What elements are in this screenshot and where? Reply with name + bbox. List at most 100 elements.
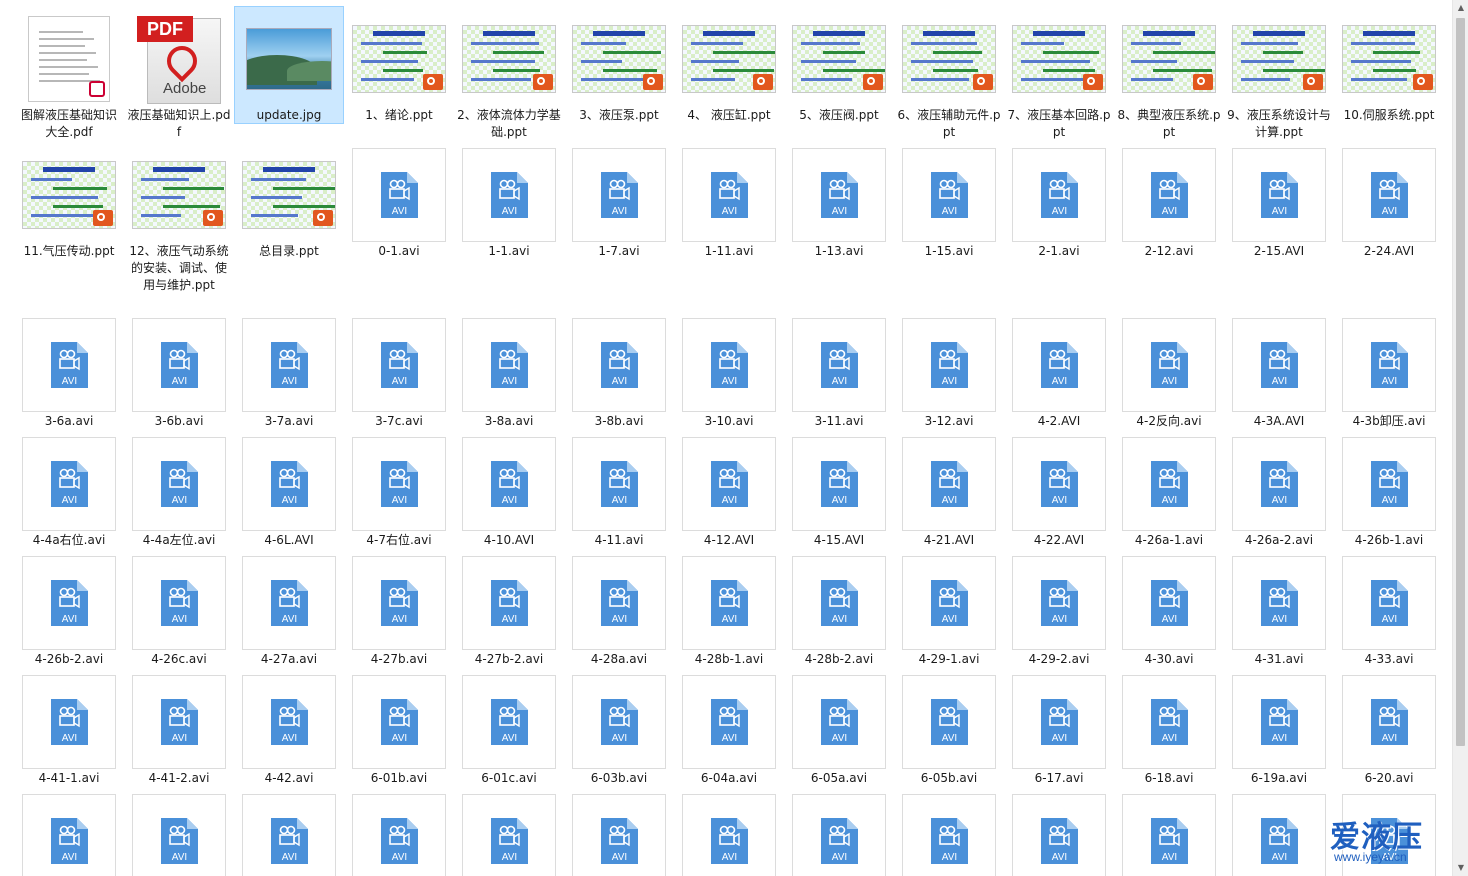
- file-item[interactable]: update.jpg: [234, 6, 344, 124]
- avi-badge-text: AVI: [1162, 733, 1177, 744]
- file-item[interactable]: AVI: [674, 788, 784, 876]
- file-item[interactable]: 11.气压传动.ppt: [14, 142, 124, 308]
- file-item[interactable]: AVI 4-3A.AVI: [1224, 312, 1334, 430]
- scroll-thumb[interactable]: [1456, 18, 1465, 746]
- file-item[interactable]: 总目录.ppt: [234, 142, 344, 308]
- file-item[interactable]: AVI 1-11.avi: [674, 142, 784, 308]
- file-item[interactable]: AVI 2-24.AVI: [1334, 142, 1444, 308]
- file-item[interactable]: AVI 3-8b.avi: [564, 312, 674, 430]
- file-item[interactable]: AVI 3-12.avi: [894, 312, 1004, 430]
- file-item[interactable]: AVI 4-2反向.avi: [1114, 312, 1224, 430]
- file-item[interactable]: 3、液压泵.ppt: [564, 6, 674, 124]
- file-item[interactable]: AVI 6-20.avi: [1334, 669, 1444, 787]
- file-item[interactable]: 4、 液压缸.ppt: [674, 6, 784, 124]
- scroll-up-arrow-icon[interactable]: ▲: [1453, 0, 1468, 16]
- file-item[interactable]: AVI 2-1.avi: [1004, 142, 1114, 308]
- file-item[interactable]: AVI 4-27b-2.avi: [454, 550, 564, 668]
- file-item[interactable]: AVI 4-26b-1.avi: [1334, 431, 1444, 549]
- file-item[interactable]: AVI 4-28a.avi: [564, 550, 674, 668]
- avi-video-file-icon: AVI: [1371, 342, 1408, 388]
- file-item[interactable]: AVI: [1114, 788, 1224, 876]
- file-item[interactable]: AVI 4-26a-1.avi: [1114, 431, 1224, 549]
- file-item[interactable]: AVI 4-3b卸压.avi: [1334, 312, 1444, 430]
- file-item[interactable]: 12、液压气动系统的安装、调试、使用与维护.ppt: [124, 142, 234, 308]
- file-item[interactable]: AVI 4-7右位.avi: [344, 431, 454, 549]
- file-item[interactable]: AVI 6-18.avi: [1114, 669, 1224, 787]
- file-icon: [19, 11, 119, 107]
- file-item[interactable]: 7、液压基本回路.ppt: [1004, 6, 1114, 139]
- file-item[interactable]: AVI 4-4a左位.avi: [124, 431, 234, 549]
- file-item[interactable]: AVI: [124, 788, 234, 876]
- file-item[interactable]: AVI 6-05b.avi: [894, 669, 1004, 787]
- file-item[interactable]: AVI 4-41-1.avi: [14, 669, 124, 787]
- file-item[interactable]: AVI 3-11.avi: [784, 312, 894, 430]
- file-item[interactable]: AVI 4-12.AVI: [674, 431, 784, 549]
- file-item[interactable]: AVI 4-27a.avi: [234, 550, 344, 668]
- file-item[interactable]: AVI 3-6b.avi: [124, 312, 234, 430]
- file-item[interactable]: AVI 3-7a.avi: [234, 312, 344, 430]
- vertical-scrollbar[interactable]: ▲ ▼: [1452, 0, 1468, 876]
- file-item[interactable]: AVI 4-21.AVI: [894, 431, 1004, 549]
- file-item[interactable]: AVI 3-6a.avi: [14, 312, 124, 430]
- file-item[interactable]: AVI 4-10.AVI: [454, 431, 564, 549]
- file-item[interactable]: AVI: [1224, 788, 1334, 876]
- file-item[interactable]: AVI 3-7c.avi: [344, 312, 454, 430]
- file-item[interactable]: AVI: [234, 788, 344, 876]
- file-item[interactable]: AVI: [1004, 788, 1114, 876]
- file-item[interactable]: 5、液压阀.ppt: [784, 6, 894, 124]
- file-item[interactable]: 8、典型液压系统.ppt: [1114, 6, 1224, 139]
- file-item[interactable]: 6、液压辅助元件.ppt: [894, 6, 1004, 139]
- file-icon: AVI: [569, 674, 669, 770]
- file-item[interactable]: AVI 4-28b-2.avi: [784, 550, 894, 668]
- file-item[interactable]: AVI 4-4a右位.avi: [14, 431, 124, 549]
- file-item[interactable]: AVI 0-1.avi: [344, 142, 454, 308]
- file-item[interactable]: AVI 4-26c.avi: [124, 550, 234, 668]
- file-item[interactable]: AVI 4-15.AVI: [784, 431, 894, 549]
- file-item[interactable]: PDF Adobe 液压基础知识上.pdf: [124, 6, 234, 139]
- file-item[interactable]: AVI: [344, 788, 454, 876]
- file-item[interactable]: AVI 6-04a.avi: [674, 669, 784, 787]
- file-item[interactable]: AVI 4-2.AVI: [1004, 312, 1114, 430]
- avi-badge-text: AVI: [62, 733, 77, 744]
- file-item[interactable]: AVI: [784, 788, 894, 876]
- file-item[interactable]: 10.伺服系统.ppt: [1334, 6, 1444, 124]
- file-item[interactable]: AVI 6-19a.avi: [1224, 669, 1334, 787]
- file-item[interactable]: AVI 4-6L.AVI: [234, 431, 344, 549]
- file-item[interactable]: AVI 4-31.avi: [1224, 550, 1334, 668]
- file-item[interactable]: AVI 4-29-2.avi: [1004, 550, 1114, 668]
- file-item[interactable]: 2、液体流体力学基础.ppt: [454, 6, 564, 139]
- file-item[interactable]: AVI 4-29-1.avi: [894, 550, 1004, 668]
- file-item[interactable]: AVI 4-11.avi: [564, 431, 674, 549]
- file-item[interactable]: AVI 2-15.AVI: [1224, 142, 1334, 308]
- file-item[interactable]: AVI 4-33.avi: [1334, 550, 1444, 668]
- file-item[interactable]: AVI 1-1.avi: [454, 142, 564, 308]
- file-item[interactable]: AVI 6-17.avi: [1004, 669, 1114, 787]
- file-item[interactable]: AVI 4-27b.avi: [344, 550, 454, 668]
- file-item[interactable]: AVI 4-22.AVI: [1004, 431, 1114, 549]
- file-item[interactable]: AVI 3-8a.avi: [454, 312, 564, 430]
- file-item[interactable]: AVI: [454, 788, 564, 876]
- file-item[interactable]: AVI 2-12.avi: [1114, 142, 1224, 308]
- file-item[interactable]: AVI 3-10.avi: [674, 312, 784, 430]
- file-item[interactable]: AVI 4-26a-2.avi: [1224, 431, 1334, 549]
- file-item[interactable]: AVI 4-30.avi: [1114, 550, 1224, 668]
- file-item[interactable]: AVI 6-03b.avi: [564, 669, 674, 787]
- file-item[interactable]: AVI 6-01c.avi: [454, 669, 564, 787]
- file-icon: AVI: [1009, 317, 1109, 413]
- file-item[interactable]: AVI 1-13.avi: [784, 142, 894, 308]
- file-item[interactable]: AVI 6-01b.avi: [344, 669, 454, 787]
- file-item[interactable]: 1、绪论.ppt: [344, 6, 454, 124]
- file-item[interactable]: AVI 4-28b-1.avi: [674, 550, 784, 668]
- file-item[interactable]: AVI: [564, 788, 674, 876]
- file-item[interactable]: 9、液压系统设计与计算.ppt: [1224, 6, 1334, 139]
- file-item[interactable]: AVI 4-42.avi: [234, 669, 344, 787]
- file-item[interactable]: AVI 4-26b-2.avi: [14, 550, 124, 668]
- file-item[interactable]: AVI 1-7.avi: [564, 142, 674, 308]
- avi-video-file-icon: AVI: [601, 580, 638, 626]
- file-item[interactable]: 图解液压基础知识大全.pdf: [14, 6, 124, 139]
- file-item[interactable]: AVI: [894, 788, 1004, 876]
- file-item[interactable]: AVI 1-15.avi: [894, 142, 1004, 308]
- file-item[interactable]: AVI 4-41-2.avi: [124, 669, 234, 787]
- file-item[interactable]: AVI 6-05a.avi: [784, 669, 894, 787]
- file-item[interactable]: AVI: [14, 788, 124, 876]
